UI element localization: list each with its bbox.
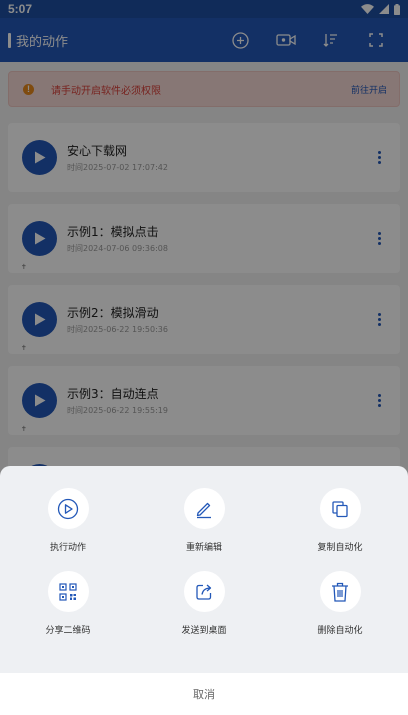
share-to-desktop-icon (196, 584, 212, 600)
re-edit-label: 重新编辑 (185, 543, 222, 553)
trash-icon (332, 582, 348, 602)
action-sheet-grid: 执行动作 重新编辑 复制自动化 分享二维码 发送到桌面 删除自动化 (0, 488, 408, 636)
send-icon-circle (183, 571, 225, 612)
copy-automation-button[interactable]: 复制自动化 (272, 488, 408, 553)
copy-icon (332, 500, 348, 517)
action-sheet: 执行动作 重新编辑 复制自动化 分享二维码 发送到桌面 删除自动化 取消 (0, 466, 408, 715)
delete-automation-button[interactable]: 删除自动化 (272, 571, 408, 636)
qr-code-icon (59, 582, 77, 601)
trash-icon-circle (319, 571, 361, 612)
delete-automation-label: 删除自动化 (317, 626, 363, 636)
share-qr-button[interactable]: 分享二维码 (0, 571, 136, 636)
send-to-desktop-button[interactable]: 发送到桌面 (136, 571, 272, 636)
copy-icon-circle (319, 488, 361, 529)
edit-icon-circle (183, 488, 225, 529)
edit-icon (196, 502, 211, 518)
play-circle-icon (57, 498, 79, 519)
execute-action-label: 执行动作 (49, 543, 86, 553)
re-edit-button[interactable]: 重新编辑 (136, 488, 272, 553)
send-to-desktop-label: 发送到桌面 (181, 626, 227, 636)
share-qr-label: 分享二维码 (45, 626, 91, 636)
cancel-button[interactable]: 取消 (0, 673, 408, 715)
execute-icon-circle (47, 488, 89, 529)
execute-action-button[interactable]: 执行动作 (0, 488, 136, 553)
qr-icon-circle (47, 571, 89, 612)
copy-automation-label: 复制自动化 (317, 543, 363, 553)
